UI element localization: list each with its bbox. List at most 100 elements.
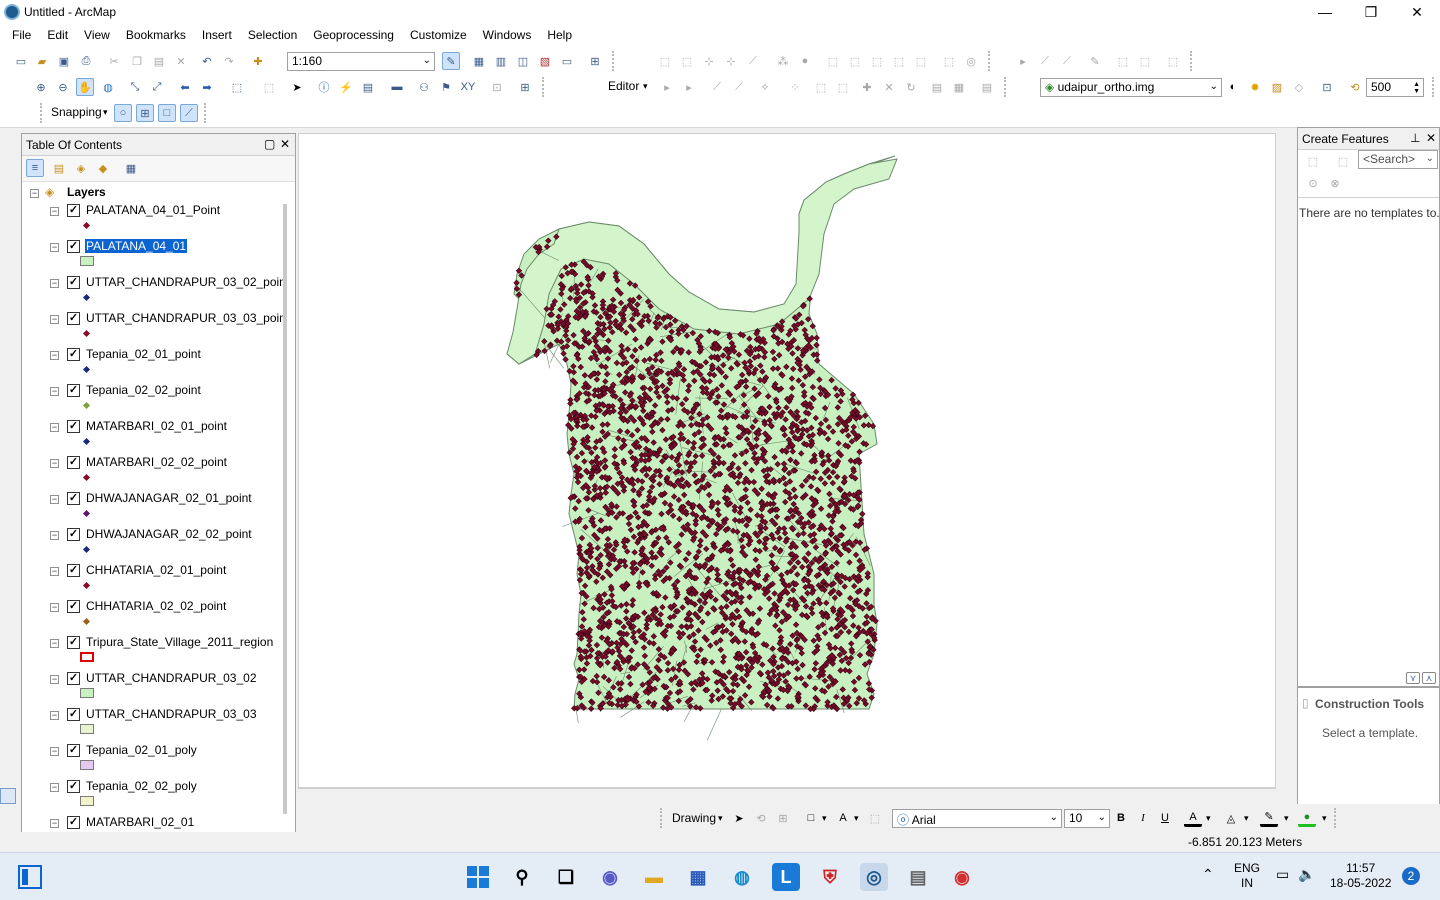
layer-name[interactable]: Tepania_02_02_point (85, 383, 202, 397)
windows-start-icon[interactable] (464, 863, 492, 891)
edit-tool-icon[interactable]: ▸ (658, 78, 676, 96)
layer-visibility-checkbox[interactable]: ✓ (67, 636, 80, 649)
toc-layer-row[interactable]: − ✓ PALATANA_04_01_Point (22, 202, 284, 238)
close-create-features-icon[interactable]: ✕ (1426, 131, 1436, 145)
layer-visibility-checkbox[interactable]: ✓ (67, 600, 80, 613)
layer-name[interactable]: MATARBARI_02_02_point (85, 455, 228, 469)
search-icon[interactable]: ⊙ (1304, 174, 1322, 192)
collapse-icon[interactable]: − (50, 567, 59, 576)
collapse-icon[interactable]: − (50, 495, 59, 504)
zoom-to-elements-icon[interactable]: ⊞ (774, 809, 792, 827)
collapse-icon[interactable]: − (50, 207, 59, 216)
reshape-icon[interactable]: ⬚ (834, 78, 852, 96)
map-view[interactable] (298, 133, 1276, 788)
rotate-icon[interactable]: ↻ (902, 78, 920, 96)
sketch-properties-icon[interactable]: ▦ (950, 78, 968, 96)
layer-visibility-checkbox[interactable]: ✓ (67, 312, 80, 325)
point-symbol-icon[interactable] (82, 437, 91, 446)
topology-tool-icon-4[interactable]: ✎ (1086, 52, 1104, 70)
point-tool-icon[interactable]: ⁘ (786, 78, 804, 96)
toolbar-grip[interactable] (542, 77, 546, 97)
toolbar-grip[interactable] (1190, 51, 1194, 71)
volume-icon[interactable]: 🔈 (1298, 867, 1315, 882)
point-symbol-icon[interactable] (82, 545, 91, 554)
menu-geoprocessing[interactable]: Geoprocessing (305, 28, 402, 42)
list-by-selection-icon[interactable]: ◆ (94, 159, 112, 177)
editor-toolbar-toggle-icon[interactable]: ✎ (442, 52, 460, 70)
editor-tool-icon-7[interactable]: ● (796, 52, 814, 70)
editor-tool-icon-12[interactable]: ⬚ (912, 52, 930, 70)
language-indicator[interactable]: ENG IN (1234, 861, 1260, 891)
undo-icon[interactable]: ↶ (198, 52, 216, 70)
collapse-icon[interactable]: − (50, 387, 59, 396)
toolbar-grip[interactable] (1334, 808, 1338, 828)
previous-extent-icon[interactable]: ⬅ (176, 78, 194, 96)
end-point-arc-icon[interactable]: ⟋ (730, 78, 748, 96)
organize-templates-icon[interactable]: ⬚ (1304, 152, 1322, 170)
fixed-zoom-in-icon[interactable]: ⤡ (126, 78, 144, 96)
collapse-icon[interactable]: − (50, 531, 59, 540)
collapse-icon[interactable]: − (50, 675, 59, 684)
toc-layer-row[interactable]: − ✓ Tripura_State_Village_2011_region (22, 634, 284, 670)
go-to-xy-icon[interactable]: XY (459, 78, 477, 96)
layer-visibility-checkbox[interactable]: ✓ (67, 564, 80, 577)
point-symbol-icon[interactable] (82, 329, 91, 338)
editor-tool-icon-6[interactable]: ⁂ (774, 52, 792, 70)
font-size-dropdown[interactable]: 10 ⌄ (1064, 809, 1110, 828)
collapse-icon[interactable]: − (30, 189, 39, 198)
create-viewer-window-icon[interactable]: ⊞ (516, 78, 534, 96)
topology-tool-icon-6[interactable]: ⬚ (1136, 52, 1154, 70)
editor-tool-icon-1[interactable]: ⬚ (656, 52, 674, 70)
full-extent-raster-icon[interactable]: ⊡ (1318, 78, 1336, 96)
toolbar-grip[interactable] (1004, 77, 1008, 97)
measure-icon[interactable]: ▬ (388, 78, 406, 96)
search-icon[interactable]: ⚲ (508, 863, 536, 891)
layer-visibility-checkbox[interactable]: ✓ (67, 528, 80, 541)
contrast-icon[interactable]: ◐ (1224, 78, 1242, 96)
clear-search-icon[interactable]: ⊗ (1326, 174, 1344, 192)
layer-name[interactable]: PALATANA_04_01_Point (85, 203, 221, 217)
select-by-rectangle-icon[interactable]: ⬚ (228, 78, 246, 96)
menu-customize[interactable]: Customize (402, 28, 475, 42)
collapse-icon[interactable]: − (50, 603, 59, 612)
text-tool-arrow[interactable]: ▾ (854, 813, 859, 824)
toc-layer-row[interactable]: − ✓ Tepania_02_02_point (22, 382, 284, 418)
layer-visibility-checkbox[interactable]: ✓ (67, 816, 80, 829)
new-document-icon[interactable]: ▭ (12, 52, 30, 70)
menu-file[interactable]: File (4, 28, 39, 42)
menu-help[interactable]: Help (539, 28, 580, 42)
layer-visibility-checkbox[interactable]: ✓ (67, 780, 80, 793)
font-color-arrow[interactable]: ▾ (1206, 813, 1211, 824)
search-window-icon[interactable]: ◫ (514, 52, 532, 70)
rectangle-tool-icon[interactable]: □ (802, 809, 820, 827)
point-symbol-icon[interactable] (82, 401, 91, 410)
edit-vertices-icon[interactable]: ⬚ (812, 78, 830, 96)
toc-window-icon[interactable]: ▦ (470, 52, 488, 70)
find-binoculars-icon[interactable]: ⚇ (415, 78, 433, 96)
collapse-icon[interactable]: − (50, 819, 59, 828)
layer-name[interactable]: Tripura_State_Village_2011_region (85, 635, 274, 649)
map-horizontal-scrollbar[interactable] (298, 788, 1276, 804)
create-features-icon[interactable]: ▤ (978, 78, 996, 96)
rotate-element-icon[interactable]: ⟲ (752, 809, 770, 827)
line-color-arrow[interactable]: ▾ (1284, 813, 1289, 824)
end-snapping-icon[interactable]: ⊞ (136, 104, 154, 122)
app-l-icon[interactable]: L (772, 863, 800, 891)
layers-root-label[interactable]: Layers (66, 185, 107, 199)
collapse-icon[interactable]: − (50, 423, 59, 432)
swipe-icon[interactable]: ◇ (1290, 78, 1308, 96)
view-templates-icon[interactable]: ⬚ (1334, 152, 1352, 170)
print-icon[interactable]: ⎙ (77, 52, 95, 70)
outline-symbol-icon[interactable] (80, 652, 94, 662)
layer-visibility-checkbox[interactable]: ✓ (67, 240, 80, 253)
collapse-icon[interactable]: − (50, 783, 59, 792)
edit-vertices-drawing-icon[interactable]: ⬚ (866, 809, 884, 827)
add-data-icon[interactable]: ✚ (249, 52, 267, 70)
file-explorer-icon[interactable]: ▬ (640, 863, 668, 891)
layer-visibility-checkbox[interactable]: ✓ (67, 384, 80, 397)
layer-name[interactable]: Tepania_02_01_poly (85, 743, 198, 757)
toc-scrollbar[interactable] (283, 204, 287, 814)
list-by-visibility-icon[interactable]: ◈ (72, 159, 90, 177)
font-name-dropdown[interactable]: ⓞ Arial ⌄ (892, 809, 1062, 828)
layer-visibility-checkbox[interactable]: ✓ (67, 744, 80, 757)
